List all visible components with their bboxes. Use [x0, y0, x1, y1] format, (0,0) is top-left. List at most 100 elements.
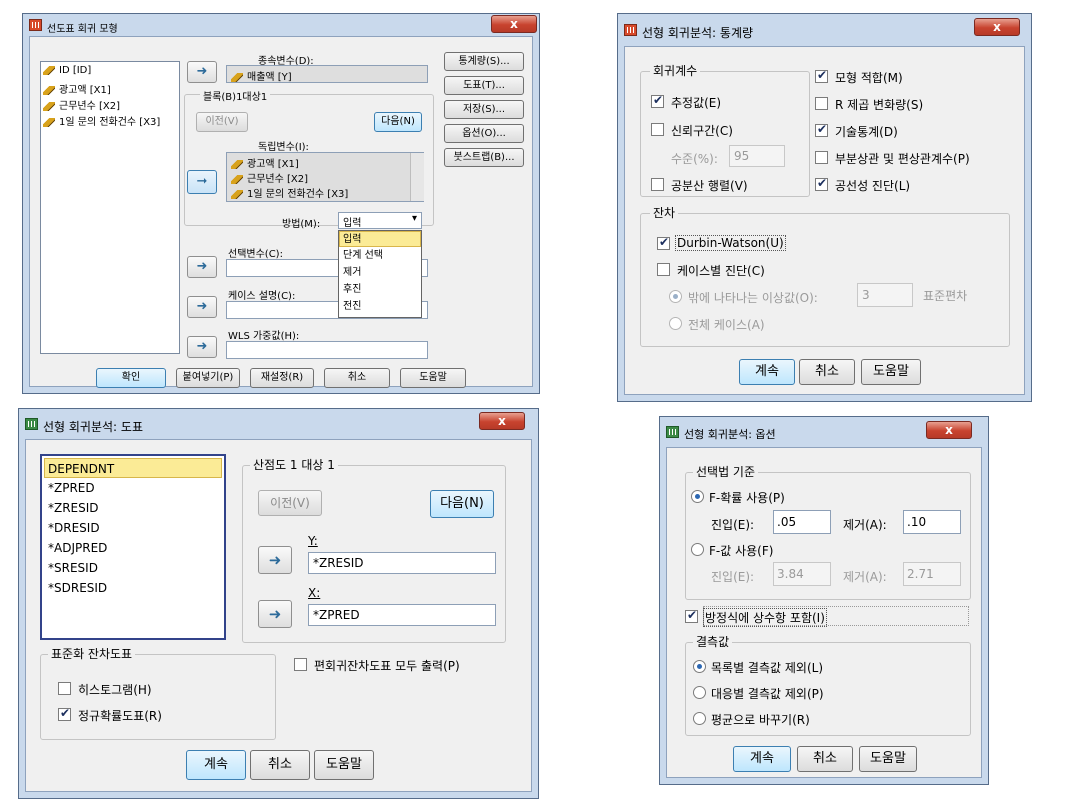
source-variable-list[interactable]: ID [ID] 광고액 [X1] 근무년수 [X2] 1일 문의 전화건수 [X… — [40, 61, 180, 354]
title-bar: 선형 회귀분석: 옵션 x — [660, 417, 988, 447]
durbin-watson-checkbox[interactable] — [657, 235, 670, 250]
removal-f-field[interactable]: 2.71 — [903, 562, 961, 586]
continue-button[interactable]: 계속 — [186, 750, 246, 780]
wls-weight-field[interactable] — [226, 341, 428, 359]
entry-f-field[interactable]: 3.84 — [773, 562, 831, 586]
dependent-field[interactable]: 매출액 [Y] — [226, 65, 428, 83]
bootstrap-button[interactable]: 붓스트랩(B)... — [444, 148, 524, 167]
close-button[interactable]: x — [926, 421, 972, 439]
method-select[interactable]: 입력 ▾ — [338, 212, 422, 229]
help-button[interactable]: 도움말 — [859, 746, 917, 772]
y-axis-field[interactable]: *ZRESID — [308, 552, 496, 574]
options-button[interactable]: 옵션(O)... — [444, 124, 524, 143]
list-item[interactable]: *SDRESID — [44, 578, 222, 598]
outliers-field[interactable]: 3 — [857, 283, 913, 307]
list-item[interactable]: *DRESID — [44, 518, 222, 538]
cancel-button[interactable]: 취소 — [799, 359, 855, 385]
move-wls-button[interactable]: ➜ — [187, 336, 217, 358]
pairwise-radio[interactable] — [693, 686, 706, 699]
close-button[interactable]: x — [491, 15, 537, 33]
method-option[interactable]: 입력 — [339, 231, 421, 247]
cancel-button[interactable]: 취소 — [250, 750, 310, 780]
independent-list[interactable]: 광고액 [X1] 근무년수 [X2] 1일 문의 전화건수 [X3] — [226, 152, 424, 202]
cancel-button[interactable]: 취소 — [797, 746, 853, 772]
dialog-icon — [624, 24, 637, 36]
dialog-body: ID [ID] 광고액 [X1] 근무년수 [X2] 1일 문의 전화건수 [X… — [29, 36, 533, 388]
continue-button[interactable]: 계속 — [733, 746, 791, 772]
estimates-checkbox[interactable] — [651, 93, 664, 108]
covariance-matrix-checkbox[interactable] — [651, 178, 664, 191]
list-item[interactable]: *ZPRED — [44, 478, 222, 498]
level-field[interactable]: 95 — [729, 145, 785, 167]
collinearity-checkbox[interactable] — [815, 176, 828, 191]
close-button[interactable]: x — [479, 412, 525, 430]
plots-button[interactable]: 도표(T)... — [444, 76, 524, 95]
listwise-radio[interactable] — [693, 660, 706, 673]
include-constant-checkbox[interactable] — [685, 608, 698, 623]
paste-button[interactable]: 붙여넣기(P) — [176, 368, 240, 388]
model-fit-label: 모형 적합(M) — [835, 71, 903, 85]
outliers-radio[interactable] — [669, 290, 682, 303]
use-f-probability-radio[interactable] — [691, 490, 704, 503]
descriptives-checkbox[interactable] — [815, 122, 828, 137]
list-item[interactable]: DEPENDNT — [44, 458, 222, 478]
list-item[interactable]: 1일 문의 전화건수 [X3] — [43, 113, 177, 129]
plot-variable-list[interactable]: DEPENDNT *ZPRED *ZRESID *DRESID *ADJPRED… — [40, 454, 226, 640]
continue-button[interactable]: 계속 — [739, 359, 795, 385]
list-item[interactable]: 근무년수 [X2] — [43, 97, 177, 113]
move-x-button[interactable]: ➜ — [258, 600, 292, 628]
histogram-checkbox[interactable] — [58, 682, 71, 695]
r-squared-change-checkbox[interactable] — [815, 97, 828, 110]
ok-button[interactable]: 확인 — [96, 368, 166, 388]
cancel-button[interactable]: 취소 — [324, 368, 390, 388]
confidence-intervals-checkbox[interactable] — [651, 123, 664, 136]
linear-regression-dialog: 선도표 회귀 모형 x ID [ID] 광고액 [X1] 근무년수 [X2] 1… — [22, 13, 540, 394]
previous-button[interactable]: 이전(V) — [258, 490, 322, 516]
options-dialog: 선형 회귀분석: 옵션 x 선택법 기준 F-확률 사용(P) 진입(E): .… — [659, 416, 989, 785]
method-option[interactable]: 단계 선택 — [339, 247, 421, 264]
reset-button[interactable]: 재설정(R) — [250, 368, 314, 388]
move-case-label-button[interactable]: ➜ — [187, 296, 217, 318]
close-button[interactable]: x — [974, 18, 1020, 36]
all-cases-radio[interactable] — [669, 317, 682, 330]
method-option[interactable]: 후진 — [339, 281, 421, 298]
partial-plots-checkbox[interactable] — [294, 658, 307, 671]
move-selection-button[interactable]: ➜ — [187, 256, 217, 278]
next-button[interactable]: 다음(N) — [430, 490, 494, 518]
model-fit-checkbox[interactable] — [815, 68, 828, 83]
next-button[interactable]: 다음(N) — [374, 112, 422, 132]
partial-correlations-checkbox[interactable] — [815, 151, 828, 164]
list-item[interactable]: *ADJPRED — [44, 538, 222, 558]
help-button[interactable]: 도움말 — [861, 359, 921, 385]
list-item[interactable]: 근무년수 [X2] — [231, 170, 419, 185]
normal-probability-checkbox[interactable] — [58, 706, 71, 721]
list-item[interactable]: 1일 문의 전화건수 [X3] — [231, 185, 419, 200]
method-option[interactable]: 제거 — [339, 264, 421, 281]
move-y-button[interactable]: ➜ — [258, 546, 292, 574]
casewise-checkbox[interactable] — [657, 263, 670, 276]
list-item[interactable]: *ZRESID — [44, 498, 222, 518]
list-item[interactable]: 광고액 [X1] — [231, 155, 419, 170]
partial-correlations-label: 부분상관 및 편상관계수(P) — [835, 152, 970, 166]
use-f-value-radio[interactable] — [691, 543, 704, 556]
scale-variable-icon — [43, 85, 55, 95]
help-button[interactable]: 도움말 — [400, 368, 466, 388]
entry-probability-field[interactable]: .05 — [773, 510, 831, 534]
statistics-button[interactable]: 통계량(S)... — [444, 52, 524, 71]
list-item[interactable]: ID [ID] — [43, 65, 177, 81]
partial-plots-label: 편회귀잔차도표 모두 출력(P) — [314, 659, 460, 673]
save-button[interactable]: 저장(S)... — [444, 100, 524, 119]
previous-button[interactable]: 이전(V) — [196, 112, 248, 132]
method-option[interactable]: 전진 — [339, 298, 421, 315]
list-item[interactable]: *SRESID — [44, 558, 222, 578]
dialog-body: 선택법 기준 F-확률 사용(P) 진입(E): .05 제거(A): .10 … — [666, 447, 982, 778]
move-dependent-button[interactable]: ➜ — [187, 61, 217, 83]
independent-scrollbar[interactable] — [410, 153, 424, 201]
dialog-title: 선형 회귀분석: 도표 — [43, 420, 143, 434]
removal-probability-field[interactable]: .10 — [903, 510, 961, 534]
replace-with-mean-radio[interactable] — [693, 712, 706, 725]
move-independent-button[interactable]: ➞ — [187, 170, 217, 194]
list-item[interactable]: 광고액 [X1] — [43, 81, 177, 97]
x-axis-field[interactable]: *ZPRED — [308, 604, 496, 626]
help-button[interactable]: 도움말 — [314, 750, 374, 780]
